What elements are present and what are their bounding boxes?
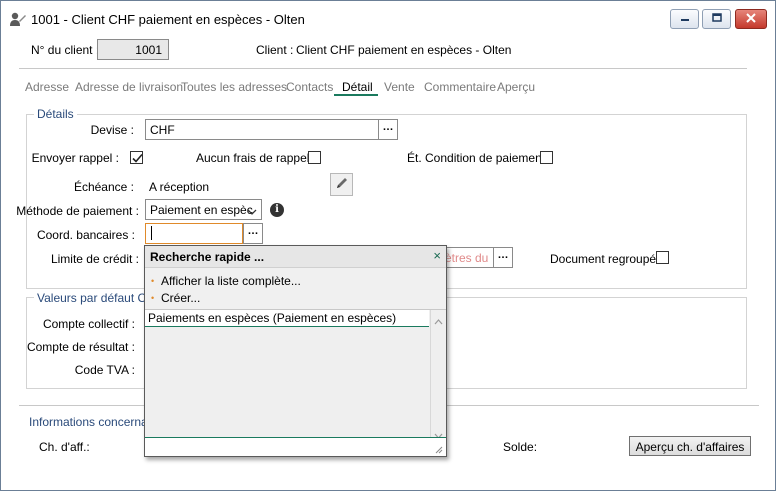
minimize-button[interactable] [670, 9, 699, 29]
code-tva-label: Code TVA : [74, 363, 135, 377]
tab-contacts[interactable]: Contacts [286, 80, 333, 94]
solde-label: Solde: [503, 440, 538, 454]
et-condition-checkbox[interactable] [540, 151, 553, 164]
maximize-icon [711, 12, 722, 26]
creer-link[interactable]: Créer... [161, 291, 200, 305]
compte-resultat-label: Compte de résultat : [26, 340, 135, 354]
details-group-title: Détails [34, 107, 77, 121]
tab-toutes-adresses[interactable]: Toutes les adresses [181, 80, 287, 94]
client-number-label: N° du client : [31, 43, 100, 57]
echeance-label: Échéance : [73, 180, 134, 194]
echeance-value: A réception [149, 180, 210, 194]
tab-apercu[interactable]: Aperçu [497, 80, 535, 94]
bullet-icon: • [151, 293, 155, 303]
bullet-icon: • [151, 276, 155, 286]
envoyer-rappel-checkbox[interactable] [130, 151, 143, 164]
client-label: Client : [256, 43, 294, 57]
popup-results-list: Paiements en espèces (Paiement en espèce… [145, 309, 446, 440]
client-number-field[interactable]: 1001 [97, 39, 169, 60]
text-cursor [151, 226, 152, 240]
limite-credit-field[interactable]: ètres du [445, 247, 495, 268]
active-tab-indicator [334, 94, 378, 96]
devise-label: Devise : [90, 123, 134, 137]
aucun-frais-label: Aucun frais de rappel : [196, 151, 317, 165]
devise-picker-button[interactable]: … [378, 119, 398, 140]
informations-title: Informations concernant [26, 415, 161, 429]
edit-echeance-button[interactable] [330, 173, 353, 196]
apercu-affaires-button[interactable]: Aperçu ch. d'affaires [629, 436, 751, 456]
popup-header: Recherche rapide ... × [145, 246, 446, 268]
tab-detail[interactable]: Détail [342, 80, 373, 94]
client-app-icon [9, 11, 27, 30]
limite-credit-label: Limite de crédit : [50, 252, 139, 266]
ch-aff-label: Ch. d'aff.: [39, 440, 90, 454]
close-icon [745, 12, 757, 27]
pencil-icon [334, 175, 350, 194]
coord-bancaires-picker-button[interactable]: … [243, 223, 263, 244]
afficher-liste-link[interactable]: Afficher la liste complète... [161, 274, 301, 288]
window-title: 1001 - Client CHF paiement en espèces - … [31, 12, 305, 27]
aucun-frais-checkbox[interactable] [308, 151, 321, 164]
devise-field[interactable]: CHF [145, 119, 380, 140]
chevron-up-icon[interactable] [434, 314, 443, 328]
tab-commentaire[interactable]: Commentaire [424, 80, 496, 94]
chevron-down-icon [247, 205, 257, 219]
list-item[interactable]: Paiements en espèces (Paiement en espèce… [145, 310, 429, 327]
client-window: 1001 - Client CHF paiement en espèces - … [0, 0, 776, 491]
methode-paiement-select[interactable]: Paiement en espèc [145, 199, 262, 220]
envoyer-rappel-label: Envoyer rappel : [31, 151, 119, 165]
header-separator [19, 68, 747, 69]
tab-vente[interactable]: Vente [384, 80, 415, 94]
info-icon[interactable]: i [270, 203, 284, 217]
maximize-button[interactable] [702, 9, 731, 29]
title-bar[interactable]: 1001 - Client CHF paiement en espèces - … [1, 1, 775, 37]
popup-title: Recherche rapide ... [150, 250, 265, 264]
popup-footer [145, 437, 446, 456]
methode-paiement-label: Méthode de paiement : [16, 204, 139, 218]
tab-adresse-livraison[interactable]: Adresse de livraison [75, 80, 183, 94]
recherche-rapide-popup: Recherche rapide ... × • Afficher la lis… [144, 245, 447, 457]
document-regroupe-checkbox[interactable] [656, 251, 669, 264]
limite-credit-picker-button[interactable]: … [493, 247, 513, 268]
coord-bancaires-field[interactable] [145, 223, 243, 244]
et-condition-label: Ét. Condition de paiement : [407, 151, 552, 165]
minimize-icon [680, 12, 690, 26]
popup-scrollbar[interactable] [430, 310, 446, 440]
client-name: Client CHF paiement en espèces - Olten [296, 43, 512, 57]
close-button[interactable] [735, 9, 767, 29]
coord-bancaires-label: Coord. bancaires : [36, 228, 135, 242]
tab-adresse[interactable]: Adresse [25, 80, 69, 94]
close-icon[interactable]: × [433, 248, 441, 263]
resize-grip-icon[interactable] [435, 443, 443, 457]
methode-paiement-value: Paiement en espèc [150, 203, 253, 217]
compte-collectif-label: Compte collectif : [42, 317, 135, 331]
document-regroupe-label: Document regroupé : [550, 252, 663, 266]
